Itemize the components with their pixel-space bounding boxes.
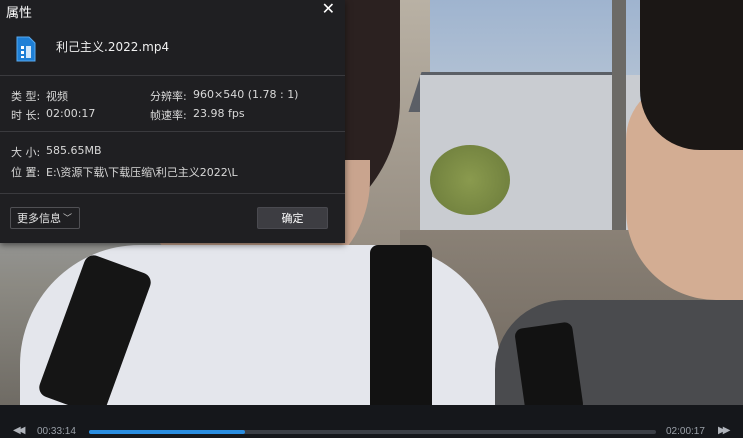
backpack-strap-right (370, 245, 432, 405)
resolution-value: 960×540 (1.78 : 1) (193, 88, 299, 101)
more-info-button[interactable]: 更多信息 ﹀ (10, 207, 80, 229)
duration-value: 02:00:17 (46, 107, 96, 120)
rewind-icon[interactable]: ◀◀ (13, 425, 26, 436)
divider (0, 131, 345, 132)
size-value: 585.65MB (46, 144, 102, 157)
close-icon[interactable]: ✕ (322, 0, 335, 18)
size-label: 大 小: (11, 146, 41, 159)
dialog-title: 属性 (6, 6, 33, 21)
player-control-bar: ◀◀ 00:33:14 02:00:17 ▶▶ (0, 405, 743, 438)
framerate-label: 帧速率: (150, 109, 187, 122)
location-value: E:\资源下载\下载压缩\利己主义2022\L (46, 166, 238, 179)
divider (0, 193, 345, 194)
tree (430, 145, 510, 215)
properties-dialog: 属性 ✕ 利己主义.2022.mp4 类 型: 视频 分辨率: 960×540 … (0, 0, 345, 243)
seek-bar-progress (89, 430, 246, 434)
total-time: 02:00:17 (666, 426, 705, 437)
more-info-label: 更多信息 (17, 212, 61, 225)
duration-label: 时 长: (11, 109, 41, 122)
resolution-label: 分辨率: (150, 90, 187, 103)
chevron-down-icon: ﹀ (62, 214, 72, 224)
file-name: 利己主义.2022.mp4 (56, 40, 170, 54)
framerate-value: 23.98 fps (193, 107, 245, 120)
type-value: 视频 (46, 90, 68, 103)
ok-button[interactable]: 确定 (257, 207, 328, 229)
current-time: 00:33:14 (37, 426, 76, 437)
seek-bar[interactable] (89, 430, 656, 434)
person-right-hair (640, 0, 743, 150)
video-file-icon (16, 36, 36, 62)
divider (0, 75, 345, 76)
fast-forward-icon[interactable]: ▶▶ (718, 425, 731, 436)
location-label: 位 置: (11, 166, 41, 179)
type-label: 类 型: (11, 90, 41, 103)
